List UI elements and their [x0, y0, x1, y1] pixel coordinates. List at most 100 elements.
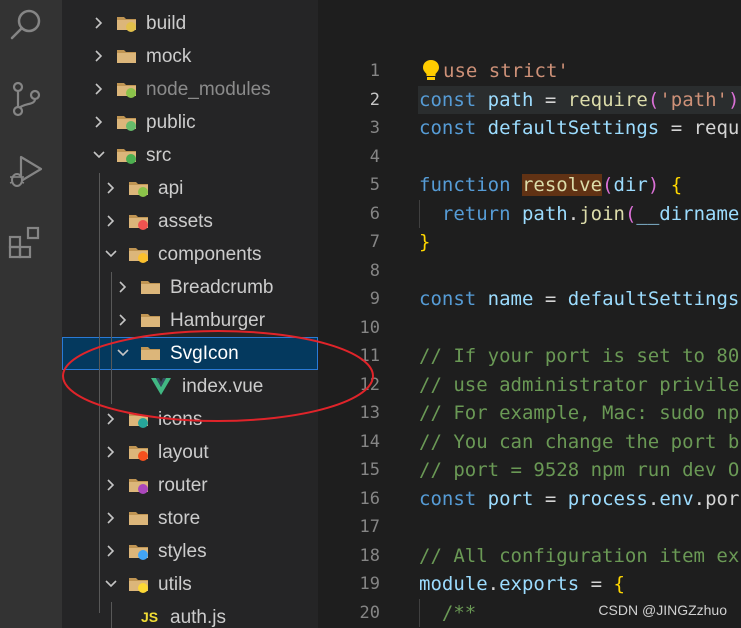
chevron-right-icon[interactable]	[116, 313, 130, 327]
code-line[interactable]: module.exports = {	[419, 570, 625, 599]
tree-item-label: SvgIcon	[170, 343, 239, 364]
tree-folder-item[interactable]: mock	[62, 40, 318, 73]
tree-item-label: build	[146, 13, 187, 34]
chevron-down-icon[interactable]	[116, 346, 130, 360]
tree-folder-item[interactable]: assets	[62, 205, 318, 238]
code-indent-guide	[419, 199, 420, 228]
code-editor[interactable]: 1 2 3 4 5 6 7 8 9 10 11 12 13 14 15 16 17 18 19 20 use stric…	[318, 0, 741, 628]
tree-folder-item[interactable]: api	[62, 172, 318, 205]
line-number: 7	[369, 232, 380, 252]
line-number: 8	[369, 260, 380, 281]
tree-item-label: layout	[158, 442, 209, 463]
tree-folder-item[interactable]: components	[62, 238, 318, 271]
chevron-down-icon[interactable]	[92, 148, 106, 162]
code-line[interactable]: function resolve(dir) {	[419, 171, 682, 200]
tree-folder-item[interactable]: icons	[62, 403, 318, 436]
tree-item-label: index.vue	[182, 376, 264, 397]
source-control-icon[interactable]	[6, 78, 46, 118]
folder-open-icon	[140, 342, 162, 364]
line-number: 9	[369, 289, 380, 309]
tree-item-label: Hamburger	[170, 310, 266, 331]
extensions-icon[interactable]	[6, 224, 46, 264]
tree-folder-item[interactable]: SvgIcon	[62, 337, 318, 370]
tree-file-item[interactable]: JS auth.js	[62, 601, 318, 628]
js-file-icon: JS	[140, 606, 162, 628]
tree-folder-item[interactable]: store	[62, 502, 318, 535]
svg-text:JS: JS	[141, 609, 158, 625]
tree-folder-item[interactable]: public	[62, 106, 318, 139]
line-number: 5	[369, 175, 380, 195]
code-line[interactable]: return path.join(__dirname	[419, 200, 739, 229]
code-line[interactable]: // You can change the port b	[419, 428, 739, 457]
chevron-right-icon[interactable]	[104, 214, 118, 228]
chevron-right-icon[interactable]	[104, 544, 118, 558]
line-number: 17	[359, 517, 380, 537]
indent-guide	[99, 173, 100, 613]
line-number: 4	[369, 146, 380, 167]
lightbulb-icon[interactable]	[422, 59, 440, 81]
tree-item-label: utils	[158, 574, 192, 595]
chevron-right-icon[interactable]	[92, 49, 106, 63]
tree-folder-item[interactable]: utils	[62, 568, 318, 601]
folder-node-icon	[116, 78, 138, 100]
line-number: 12	[359, 374, 380, 395]
code-line[interactable]: /**	[419, 599, 476, 628]
folder-api-icon	[128, 177, 150, 199]
folder-utils-icon	[128, 573, 150, 595]
folder-icon	[140, 309, 162, 331]
folder-src-icon	[116, 144, 138, 166]
chevron-right-icon[interactable]	[92, 82, 106, 96]
folder-icon	[140, 276, 162, 298]
code-line[interactable]: const port = process.env.por	[419, 485, 739, 514]
chevron-right-icon[interactable]	[104, 445, 118, 459]
code-line[interactable]: }	[419, 228, 430, 257]
tab-strip	[318, 0, 741, 8]
line-number: 13	[359, 403, 380, 423]
chevron-right-icon[interactable]	[104, 412, 118, 426]
code-line[interactable]: // For example, Mac: sudo np	[419, 399, 739, 428]
line-number: 2	[369, 89, 380, 110]
tree-item-label: api	[158, 178, 184, 199]
code-line[interactable]: // port = 9528 npm run dev O	[419, 456, 739, 485]
chevron-right-icon[interactable]	[104, 478, 118, 492]
folder-layout-icon	[128, 441, 150, 463]
folder-images-icon	[128, 408, 150, 430]
tree-item-label: store	[158, 508, 201, 529]
chevron-down-icon[interactable]	[104, 577, 118, 591]
chevron-down-icon[interactable]	[104, 247, 118, 261]
tree-item-label: src	[146, 145, 172, 166]
watermark: CSDN @JINGZzhuo	[598, 602, 727, 618]
tree-folder-item[interactable]: layout	[62, 436, 318, 469]
tree-file-item[interactable]: index.vue	[62, 370, 318, 403]
code-line[interactable]: // use administrator privile	[419, 371, 739, 400]
run-debug-icon[interactable]	[6, 150, 46, 190]
chevron-right-icon[interactable]	[92, 115, 106, 129]
chevron-right-icon[interactable]	[104, 181, 118, 195]
tree-item-label: router	[158, 475, 208, 496]
indent-guide	[111, 272, 112, 404]
folder-assets-icon	[128, 210, 150, 232]
tree-folder-item[interactable]: node_modules	[62, 73, 318, 106]
tree-folder-item[interactable]: router	[62, 469, 318, 502]
code-line[interactable]: use strict'	[443, 57, 569, 86]
chevron-right-icon[interactable]	[116, 280, 130, 294]
folder-icon	[128, 507, 150, 529]
code-line[interactable]: const name = defaultSettings	[419, 285, 739, 314]
code-line[interactable]: const defaultSettings = requ	[419, 114, 739, 143]
tree-folder-item[interactable]: build	[62, 7, 318, 40]
code-line[interactable]: // If your port is set to 80	[419, 342, 739, 371]
code-line[interactable]: // All configuration item ex	[419, 542, 739, 571]
tree-folder-item[interactable]: Hamburger	[62, 304, 318, 337]
tree-folder-item[interactable]: Breadcrumb	[62, 271, 318, 304]
line-number: 1	[369, 61, 380, 81]
tree-folder-item[interactable]: styles	[62, 535, 318, 568]
tree-folder-item[interactable]: src	[62, 139, 318, 172]
chevron-right-icon[interactable]	[92, 16, 106, 30]
chevron-right-icon[interactable]	[104, 511, 118, 525]
search-icon[interactable]	[6, 6, 46, 46]
code-line[interactable]: const path = require('path')	[418, 85, 741, 114]
tree-item-label: mock	[146, 46, 192, 67]
tree-item-label: public	[146, 112, 196, 133]
tree-item-label: Breadcrumb	[170, 277, 274, 298]
tree-item-label: node_modules	[146, 79, 271, 100]
